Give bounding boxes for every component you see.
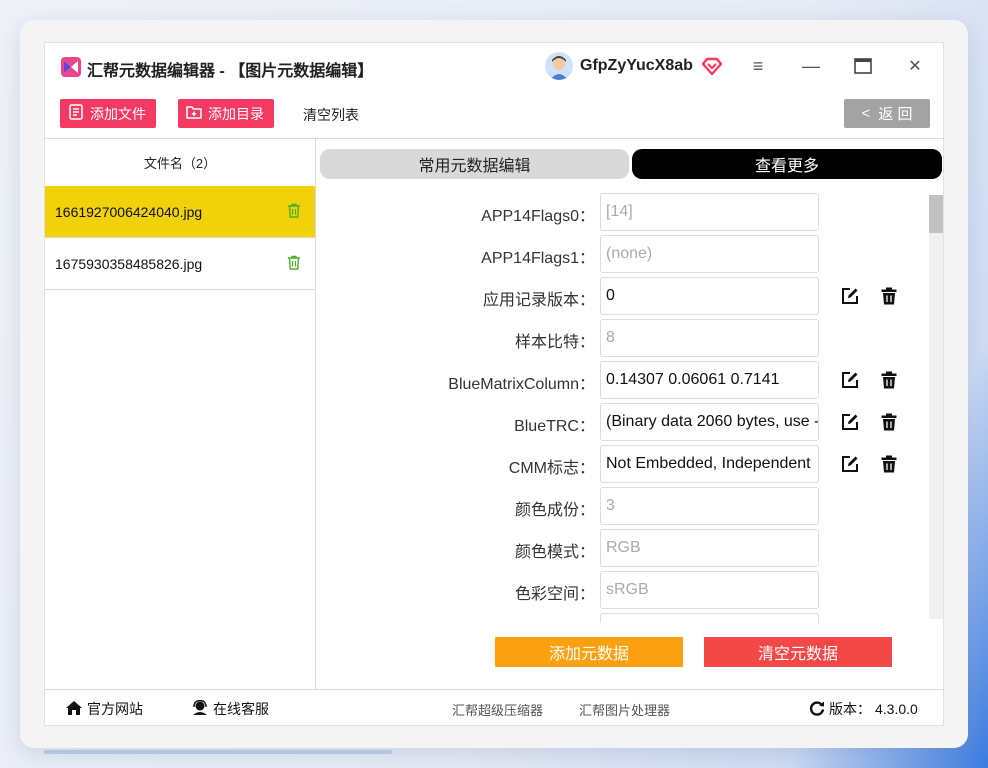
vip-diamond-icon[interactable] — [701, 55, 723, 77]
metadata-row: BlueTRC： (Binary data 2060 bytes, use -b… — [325, 403, 925, 441]
edit-icon[interactable] — [841, 455, 859, 473]
metadata-label: 色彩空间： — [514, 586, 595, 603]
tab-view-more[interactable]: 查看更多 — [632, 149, 942, 179]
back-button[interactable]: < 返 回 — [844, 99, 930, 128]
file-name: 1675930358485826.jpg — [55, 255, 203, 272]
metadata-value-field: 3 — [600, 487, 819, 525]
metadata-value-field[interactable]: Not Embedded, Independent — [600, 445, 819, 483]
menu-icon[interactable]: ≡ — [745, 53, 771, 79]
minimize-button[interactable]: — — [798, 53, 824, 79]
maximize-button[interactable] — [850, 53, 876, 79]
metadata-row: 色彩空间： sRGB — [325, 571, 925, 609]
metadata-label: CMM标志： — [508, 460, 595, 477]
metadata-value-field — [600, 613, 819, 623]
version-info[interactable]: 版本： 4.3.0.0 — [809, 699, 918, 719]
add-file-label: 添加文件 — [90, 105, 146, 122]
metadata-label: BlueTRC： — [514, 418, 595, 435]
metadata-value-field[interactable]: 0 — [600, 277, 819, 315]
chevron-left-icon: < — [861, 105, 871, 122]
metadata-value-field: RGB — [600, 529, 819, 567]
delete-icon[interactable] — [881, 287, 897, 305]
user-avatar[interactable] — [545, 52, 573, 80]
metadata-label: APP14Flags0： — [481, 208, 595, 225]
clear-metadata-button[interactable]: 清空元数据 — [704, 637, 892, 667]
file-list-item[interactable]: 1661927006424040.jpg — [45, 186, 315, 238]
metadata-label: BlueMatrixColumn： — [448, 376, 595, 393]
metadata-value-field: [14] — [600, 193, 819, 231]
tab-common-metadata[interactable]: 常用元数据编辑 — [320, 149, 629, 179]
add-folder-icon — [186, 104, 202, 123]
metadata-row: APP14Flags0： [14] — [325, 193, 925, 231]
version-label: 版本： — [829, 701, 871, 717]
metadata-scrollbar-thumb[interactable] — [929, 195, 943, 233]
file-name: 1661927006424040.jpg — [55, 203, 203, 220]
add-directory-label: 添加目录 — [208, 105, 264, 122]
metadata-row — [325, 613, 925, 623]
version-number: 4.3.0.0 — [875, 701, 918, 717]
metadata-value-field: 8 — [600, 319, 819, 357]
clear-list-button[interactable]: 清空列表 — [303, 105, 359, 125]
home-icon — [65, 700, 83, 719]
trash-icon[interactable] — [287, 255, 301, 273]
trash-icon[interactable] — [287, 203, 301, 221]
metadata-label: 应用记录版本： — [482, 292, 595, 309]
online-service-label: 在线客服 — [213, 701, 269, 717]
title-bar: 汇帮元数据编辑器 - 【图片元数据编辑】 GfpZyYucX8ab ≡ — ✕ — [45, 43, 945, 91]
file-list-item[interactable]: 1675930358485826.jpg — [45, 238, 315, 290]
metadata-row: 颜色模式： RGB — [325, 529, 925, 567]
username[interactable]: GfpZyYucX8ab — [580, 57, 693, 75]
close-button[interactable]: ✕ — [902, 53, 928, 79]
app-logo-icon — [61, 57, 81, 77]
delete-icon[interactable] — [881, 455, 897, 473]
edit-icon[interactable] — [841, 287, 859, 305]
metadata-list: APP14Flags0： [14] APP14Flags1： (none) 应用… — [325, 193, 925, 623]
app-window: 汇帮元数据编辑器 - 【图片元数据编辑】 GfpZyYucX8ab ≡ — ✕ … — [44, 42, 945, 726]
metadata-label: 颜色成份： — [514, 502, 595, 519]
metadata-tabs: 常用元数据编辑 查看更多 — [320, 149, 942, 179]
metadata-label: 颜色模式： — [514, 544, 595, 561]
add-file-icon — [68, 104, 84, 123]
edit-icon[interactable] — [841, 413, 859, 431]
metadata-row: 颜色成份： 3 — [325, 487, 925, 525]
file-list-header: 文件名（2） — [143, 156, 217, 171]
metadata-row: APP14Flags1： (none) — [325, 235, 925, 273]
metadata-row: 应用记录版本： 0 — [325, 277, 925, 315]
metadata-label: 样本比特： — [514, 334, 595, 351]
edit-icon[interactable] — [841, 371, 859, 389]
app-title: 汇帮元数据编辑器 - 【图片元数据编辑】 — [87, 63, 374, 80]
customer-service-icon — [191, 699, 209, 719]
background-decoration — [44, 750, 392, 754]
online-service-link[interactable]: 在线客服 — [191, 699, 269, 719]
add-metadata-button[interactable]: 添加元数据 — [495, 637, 683, 667]
official-site-link[interactable]: 官方网站 — [65, 699, 143, 719]
delete-icon[interactable] — [881, 371, 897, 389]
add-directory-button[interactable]: 添加目录 — [178, 99, 274, 128]
official-site-label: 官方网站 — [87, 701, 143, 717]
metadata-value-field: sRGB — [600, 571, 819, 609]
metadata-row: BlueMatrixColumn： 0.14307 0.06061 0.7141 — [325, 361, 925, 399]
compressor-link[interactable]: 汇帮超级压缩器 — [452, 700, 543, 719]
metadata-value-field[interactable]: 0.14307 0.06061 0.7141 — [600, 361, 819, 399]
metadata-value-field[interactable]: (Binary data 2060 bytes, use -b option t… — [600, 403, 819, 441]
back-label: 返 回 — [878, 106, 913, 123]
metadata-value-field: (none) — [600, 235, 819, 273]
footer-divider — [45, 689, 945, 690]
image-processor-link[interactable]: 汇帮图片处理器 — [579, 700, 670, 719]
metadata-row: CMM标志： Not Embedded, Independent — [325, 445, 925, 483]
add-file-button[interactable]: 添加文件 — [60, 99, 156, 128]
refresh-icon — [809, 700, 825, 719]
file-list-panel: 文件名（2） 1661927006424040.jpg 167593035848… — [45, 139, 316, 689]
metadata-scrollbar[interactable] — [929, 195, 943, 619]
metadata-label: APP14Flags1： — [481, 250, 595, 267]
delete-icon[interactable] — [881, 413, 897, 431]
metadata-row: 样本比特： 8 — [325, 319, 925, 357]
